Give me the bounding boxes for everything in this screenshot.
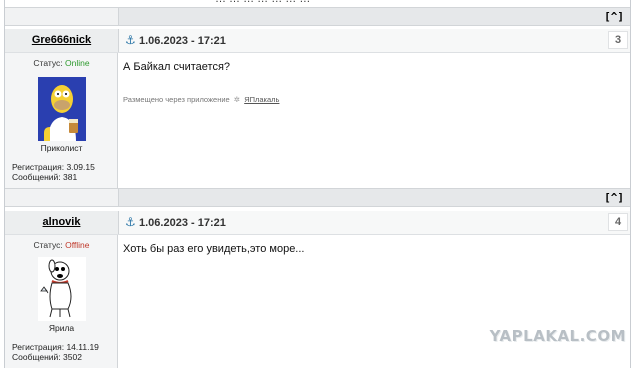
post-separator-bar: [^] [5,188,630,207]
user-info-panel: Статус: Online Приколист Регистрация: 3.… [5,53,118,188]
user-title: Ярила [48,323,75,333]
user-info-panel: Статус: Offline Ярила Регистрация: 14.11… [5,235,118,368]
homer-simpson-avatar[interactable] [38,77,86,141]
scroll-to-top-link[interactable]: [^] [604,10,624,23]
previous-post-fragment: … … … … … … … [5,0,630,7]
post-header: Gre666nick ⚓ 1.06.2023 - 17:21 3 [5,29,630,53]
post-separator-bar: [^] [5,7,630,26]
post-date: 1.06.2023 - 17:21 [139,35,226,47]
site-watermark: YAPLAKAL.COM [489,327,626,345]
post-text: А Байкал считается? [123,61,231,73]
post-header: alnovik ⚓ 1.06.2023 - 17:21 4 [5,211,630,235]
forum-thread: … … … … … … … [^] Gre666nick ⚓ 1.06.2023… [4,0,631,368]
user-message-count: Сообщений: 381 [12,172,78,182]
post-body: Статус: Offline Ярила Регистрация: 14.11… [5,235,630,368]
anchor-icon[interactable]: ⚓ [125,215,136,229]
posted-via-app: Размещено через приложение ✲ ЯПлакаль [123,95,280,104]
user-registration: Регистрация: 14.11.19 [12,342,99,352]
app-link[interactable]: ЯПлакаль [244,95,279,104]
android-icon: ✲ [233,95,241,104]
scroll-to-top-link[interactable]: [^] [604,191,624,204]
user-message-count: Сообщений: 3502 [12,352,82,362]
post-date: 1.06.2023 - 17:21 [139,217,226,229]
user-registration: Регистрация: 3.09.15 [12,162,95,172]
post-number-button[interactable]: 3 [608,31,628,49]
post-body: Статус: Online Приколист Регистрация: 3.… [5,53,630,188]
author-link[interactable]: Gre666nick [32,34,91,46]
status-online-badge: Online [65,58,90,68]
brian-griffin-avatar[interactable] [38,257,86,321]
user-status: Статус: Offline [33,240,90,250]
anchor-icon[interactable]: ⚓ [125,33,136,47]
post-number-button[interactable]: 4 [608,213,628,231]
author-link[interactable]: alnovik [43,216,81,228]
user-status: Статус: Online [33,58,90,68]
status-offline-badge: Offline [65,240,90,250]
user-title: Приколист [40,143,83,153]
post-text: Хоть бы раз его увидеть,это море... [123,243,305,255]
